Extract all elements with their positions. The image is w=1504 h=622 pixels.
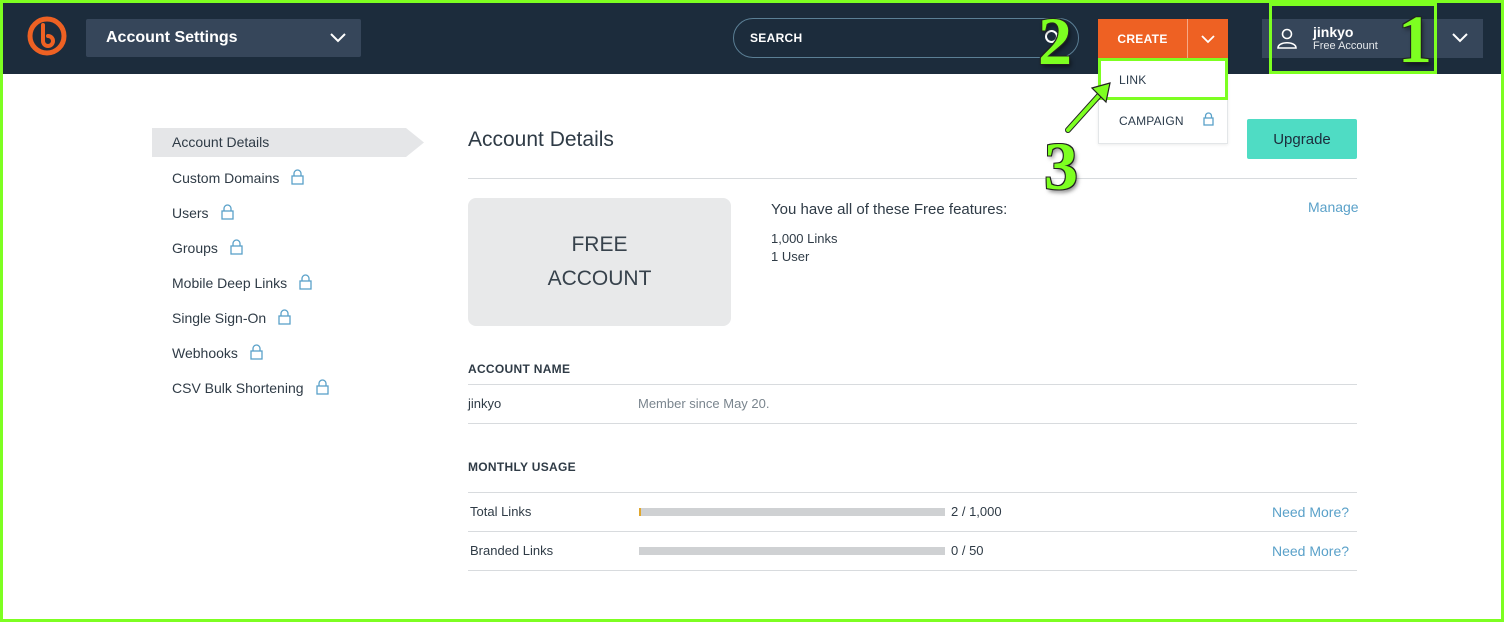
lock-icon xyxy=(299,274,312,290)
user-dropdown-toggle[interactable] xyxy=(1437,19,1483,58)
annotation-number-2: 2 xyxy=(1038,3,1072,79)
chevron-down-icon xyxy=(330,33,346,43)
sidebar-item-label: Custom Domains xyxy=(172,170,280,186)
feature-item: 1,000 Links xyxy=(771,231,838,246)
sidebar-item-label: Users xyxy=(172,205,209,221)
annotation-number-3: 3 xyxy=(1044,128,1078,204)
lock-icon xyxy=(291,169,305,185)
lock-icon xyxy=(230,239,243,255)
lock-icon xyxy=(220,204,234,220)
need-more-link-branded-links[interactable]: Need More? xyxy=(1272,543,1349,559)
search-input[interactable] xyxy=(750,28,1030,48)
divider xyxy=(468,384,1357,385)
sidebar-item-csv-bulk-shortening[interactable]: CSV Bulk Shortening xyxy=(172,379,329,396)
upgrade-button[interactable]: Upgrade xyxy=(1247,119,1357,159)
plan-badge: FREE ACCOUNT xyxy=(468,198,731,326)
account-context-select[interactable]: Account Settings xyxy=(86,19,361,57)
sidebar-item-users[interactable]: Users xyxy=(172,204,234,221)
plan-badge-line: FREE xyxy=(571,233,628,256)
chevron-down-icon xyxy=(1452,33,1468,43)
usage-count-branded-links: 0 / 50 xyxy=(951,543,984,558)
create-menu-campaign[interactable]: CAMPAIGN xyxy=(1119,114,1184,128)
plan-badge-line: ACCOUNT xyxy=(547,267,652,290)
usage-bar-total-links xyxy=(639,508,945,516)
create-button-group: CREATE xyxy=(1098,19,1228,58)
divider xyxy=(468,531,1357,532)
feature-item: 1 User xyxy=(771,249,810,264)
need-more-link-total-links[interactable]: Need More? xyxy=(1272,504,1349,520)
sidebar-item-label: CSV Bulk Shortening xyxy=(172,380,304,396)
usage-label-branded-links: Branded Links xyxy=(470,543,554,558)
sidebar-item-webhooks[interactable]: Webhooks xyxy=(172,344,263,361)
manage-link[interactable]: Manage xyxy=(1308,199,1359,215)
usage-label-total-links: Total Links xyxy=(470,504,532,519)
sidebar-item-label: Webhooks xyxy=(172,345,238,361)
sidebar-item-custom-domains[interactable]: Custom Domains xyxy=(172,169,305,186)
lock-icon xyxy=(1203,112,1214,126)
account-name-value: jinkyo xyxy=(468,396,502,411)
lock-icon xyxy=(250,344,263,360)
sidebar-item-single-sign-on[interactable]: Single Sign-On xyxy=(172,309,291,326)
divider xyxy=(468,423,1357,424)
search-box[interactable] xyxy=(733,18,1079,58)
monthly-usage-heading: MONTHLY USAGE xyxy=(468,460,576,474)
lock-icon xyxy=(315,379,329,395)
sidebar-item-label: Single Sign-On xyxy=(172,310,267,326)
divider xyxy=(468,492,1357,493)
sidebar-item-account-details[interactable]: Account Details xyxy=(172,134,269,150)
sidebar-item-label: Mobile Deep Links xyxy=(172,275,288,291)
divider xyxy=(468,570,1357,571)
usage-bar-branded-links xyxy=(639,547,945,555)
sidebar-item-groups[interactable]: Groups xyxy=(172,239,243,256)
create-dropdown-toggle[interactable] xyxy=(1188,19,1228,58)
lock-icon xyxy=(278,309,291,325)
chevron-down-icon xyxy=(1201,34,1215,43)
page-title: Account Details xyxy=(468,128,614,151)
sidebar-item-label: Groups xyxy=(172,240,218,256)
annotation-number-1: 1 xyxy=(1398,1,1432,77)
create-button[interactable]: CREATE xyxy=(1098,19,1188,58)
sidebar-item-mobile-deep-links[interactable]: Mobile Deep Links xyxy=(172,274,312,291)
title-divider xyxy=(468,178,1357,179)
account-context-label: Account Settings xyxy=(106,29,238,46)
member-since: Member since May 20. xyxy=(638,396,770,411)
features-title: You have all of these Free features: xyxy=(771,201,1008,218)
sidebar-item-label: Account Details xyxy=(172,134,270,150)
bitly-logo-icon[interactable] xyxy=(27,16,67,56)
annotation-arrow-icon xyxy=(1065,82,1111,133)
account-name-heading: ACCOUNT NAME xyxy=(468,362,571,376)
usage-bar-fill xyxy=(639,508,641,516)
usage-count-total-links: 2 / 1,000 xyxy=(951,504,1002,519)
